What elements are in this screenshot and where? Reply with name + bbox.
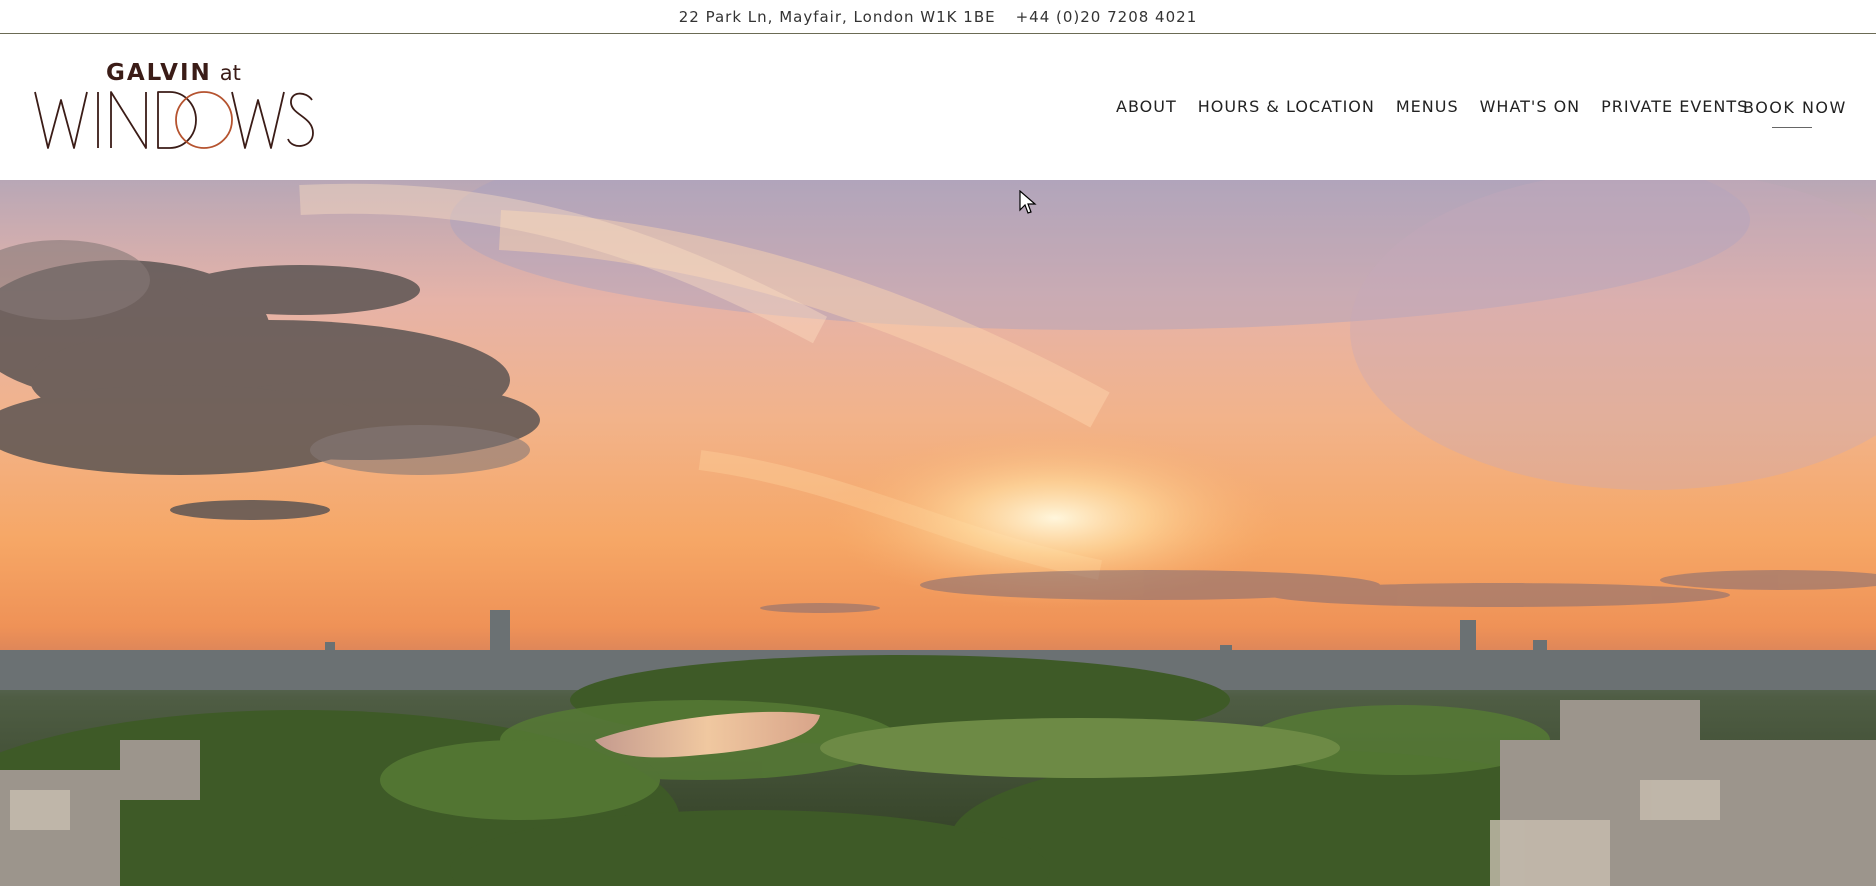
nav-item-private-events[interactable]: PRIVATE EVENTS xyxy=(1601,97,1748,116)
main-nav: ABOUT HOURS & LOCATION MENUS WHAT'S ON P… xyxy=(1116,97,1748,116)
top-info-bar: 22 Park Ln, Mayfair, London W1K 1BE +44 … xyxy=(0,0,1876,34)
nav-item-about[interactable]: ABOUT xyxy=(1116,97,1177,116)
galvin-at-windows-logo[interactable]: GALVIN at xyxy=(34,60,314,150)
logo-galvin-word: GALVIN xyxy=(106,60,212,86)
logo-galvin-text: GALVIN at xyxy=(106,60,241,86)
logo-windows-wordmark xyxy=(34,91,314,149)
mouse-cursor-icon xyxy=(1019,190,1037,214)
book-now-button[interactable]: BOOK NOW xyxy=(1743,98,1847,128)
site-header: GALVIN at ABOUT HOURS & LOCATION MENUS W… xyxy=(0,34,1876,180)
address-text: 22 Park Ln, Mayfair, London W1K 1BE xyxy=(678,7,996,26)
phone-link[interactable]: +44 (0)20 7208 4021 xyxy=(1016,8,1198,26)
book-now-label: BOOK NOW xyxy=(1743,98,1847,117)
logo-at-word: at xyxy=(219,61,241,85)
nav-item-hours-location[interactable]: HOURS & LOCATION xyxy=(1198,97,1375,116)
hero-image xyxy=(0,180,1876,886)
nav-item-menus[interactable]: MENUS xyxy=(1396,97,1459,116)
nav-item-whats-on[interactable]: WHAT'S ON xyxy=(1480,97,1581,116)
book-now-underline xyxy=(1772,127,1812,128)
hero-sunset-photo xyxy=(0,180,1876,886)
